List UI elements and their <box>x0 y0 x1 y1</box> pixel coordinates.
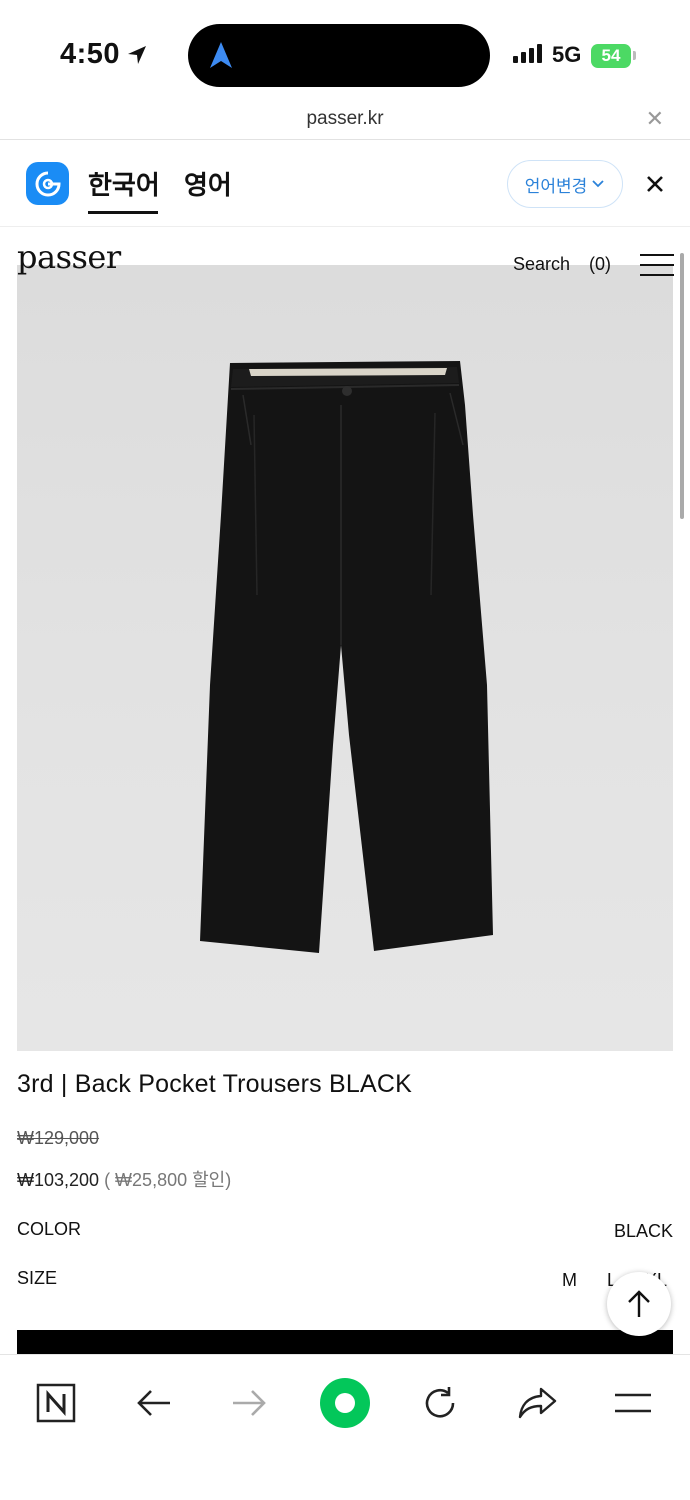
dynamic-island <box>188 24 490 87</box>
papago-logo-icon[interactable] <box>26 162 69 205</box>
status-time: 4:50 <box>60 38 148 71</box>
url-text[interactable]: passer.kr <box>0 108 690 130</box>
product-title: 3rd | Back Pocket Trousers BLACK <box>17 1070 412 1098</box>
naver-home-button[interactable] <box>26 1373 86 1433</box>
location-arrow-icon <box>128 45 147 64</box>
product-image[interactable] <box>17 265 673 1051</box>
sale-price: ₩103,200 <box>17 1170 100 1190</box>
language-change-label: 언어변경 <box>524 176 588 196</box>
close-icon[interactable]: ✕ <box>646 106 664 132</box>
buy-button[interactable] <box>17 1330 673 1354</box>
browser-menu-button[interactable] <box>603 1373 663 1433</box>
browser-toolbar <box>0 1354 690 1500</box>
arrow-left-icon <box>137 1390 170 1416</box>
original-price: ₩129,000 <box>17 1128 100 1148</box>
share-icon <box>518 1387 557 1419</box>
hamburger-menu-icon[interactable] <box>640 254 674 276</box>
forward-button[interactable] <box>219 1373 279 1433</box>
green-dot-button[interactable] <box>315 1373 375 1433</box>
navigation-icon <box>210 42 232 68</box>
site-search-link[interactable]: Search <box>513 254 570 275</box>
language-change-button[interactable]: 언어변경 <box>507 160 623 208</box>
time-text: 4:50 <box>60 38 121 70</box>
back-button[interactable] <box>124 1373 184 1433</box>
scrollbar[interactable] <box>680 253 684 519</box>
network-type: 5G <box>552 42 582 67</box>
reload-icon <box>425 1387 455 1418</box>
battery-icon: 54 <box>591 44 631 68</box>
arrow-up-icon <box>628 1290 650 1317</box>
scroll-to-top-button[interactable] <box>607 1272 671 1336</box>
menu-icon <box>615 1393 651 1413</box>
share-button[interactable] <box>507 1373 567 1433</box>
green-dot-icon <box>320 1378 370 1428</box>
tab-korean[interactable]: 한국어 <box>88 165 160 202</box>
translate-bar: 한국어 영어 언어변경 <box>0 141 690 227</box>
cart-count-link[interactable]: (0) <box>589 254 611 275</box>
size-label: SIZE <box>17 1268 58 1288</box>
reload-button[interactable] <box>410 1373 470 1433</box>
site-logo[interactable]: passer <box>17 238 121 276</box>
size-option-m[interactable]: M <box>562 1270 577 1291</box>
web-page: passer Search (0) 3rd | Back Pocket Trou… <box>0 228 690 1354</box>
price-row: ₩103,200 ( ₩25,800 할인) <box>17 1166 231 1192</box>
tab-english[interactable]: 영어 <box>184 165 232 202</box>
color-label: COLOR <box>17 1219 82 1239</box>
battery-tip <box>633 51 636 60</box>
url-bar[interactable]: passer.kr ✕ <box>0 100 690 140</box>
naver-n-icon <box>36 1383 76 1423</box>
trousers-illustration <box>200 361 493 953</box>
discount-text: ( ₩25,800 할인) <box>99 1170 232 1190</box>
color-option-black[interactable]: BLACK <box>614 1221 673 1242</box>
active-tab-indicator <box>88 211 158 214</box>
battery-level: 54 <box>601 46 621 65</box>
signal-icon <box>513 44 542 63</box>
arrow-right-icon <box>233 1390 266 1416</box>
chevron-down-icon <box>592 180 604 188</box>
status-bar: 4:50 5G 54 <box>0 0 690 108</box>
close-translate-icon[interactable] <box>640 169 670 199</box>
